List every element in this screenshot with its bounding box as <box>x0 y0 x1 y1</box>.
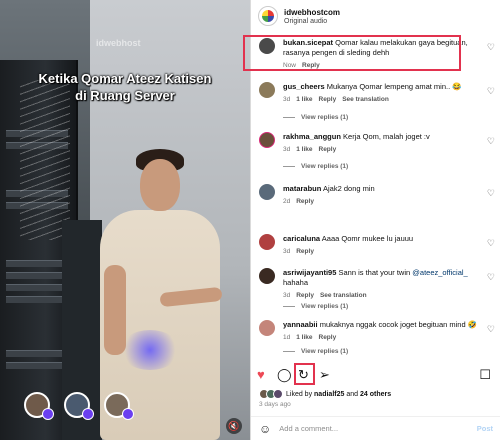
reply-button[interactable]: Reply <box>296 198 314 205</box>
commenter-avatar[interactable] <box>259 234 275 250</box>
like-comment-icon[interactable]: ♡ <box>487 188 495 199</box>
like-comment-icon[interactable]: ♡ <box>487 86 495 97</box>
reply-button[interactable]: Reply <box>296 248 314 255</box>
badge-icon <box>82 408 94 420</box>
comment-likes[interactable]: 1 like <box>296 334 312 341</box>
reply-button[interactable]: Reply <box>319 334 337 341</box>
highlight-box <box>294 363 315 385</box>
view-replies-button[interactable]: View replies (1) <box>283 348 348 355</box>
post-header: idwebhostcom Original audio <box>251 0 500 32</box>
post-button[interactable]: Post <box>477 424 493 433</box>
post-viewer: idwebhost Ketika Qomar Ateez Katisen di … <box>0 0 500 440</box>
mention-link[interactable]: @ateez_official_ <box>412 268 467 277</box>
commenter-avatar[interactable] <box>259 184 275 200</box>
comment-text: Ajak2 dong min <box>323 184 375 193</box>
comment-likes[interactable]: 1 like <box>296 96 312 103</box>
comment-text: Kerja Qom, malah joget :v <box>343 132 430 141</box>
mute-icon[interactable]: 🔇 <box>226 418 242 434</box>
comment-likes[interactable]: 1 like <box>296 146 312 153</box>
tagged-users <box>24 392 134 420</box>
liked-by-prefix: Liked by <box>286 390 313 398</box>
liked-by-user[interactable]: nadialf25 <box>314 391 344 398</box>
post-age: 3 days ago <box>259 401 291 408</box>
comment-list[interactable]: bukan.sicepat Qomar kalau melakukan gaya… <box>251 34 500 362</box>
badge-icon <box>42 408 54 420</box>
cables <box>20 80 70 240</box>
comment-time: 3d <box>283 292 291 299</box>
comment-time: 2d <box>283 198 291 205</box>
tagged-user-avatar[interactable] <box>24 392 54 420</box>
comment-time: 3d <box>283 146 291 153</box>
see-translation-button[interactable]: See translation <box>320 292 367 299</box>
highlight-box <box>243 35 461 71</box>
liked-by-others[interactable]: 24 others <box>360 391 391 398</box>
share-icon[interactable]: ➢ <box>319 367 330 383</box>
commenter-name[interactable]: yannaabii <box>283 320 318 329</box>
comment-text: Mukanya Qomar lempeng amat min.. 😂 <box>326 82 462 91</box>
caption-line-2: di Ruang Server <box>75 88 175 103</box>
see-translation-button[interactable]: See translation <box>342 96 389 103</box>
like-comment-icon[interactable]: ♡ <box>487 324 495 335</box>
view-replies-button[interactable]: View replies (1) <box>283 303 348 310</box>
reply-button[interactable]: Reply <box>319 96 337 103</box>
comment-icon[interactable]: ◯ <box>277 367 292 383</box>
reply-button[interactable]: Reply <box>296 292 314 299</box>
comment-text: mukaknya nggak cocok joget begituan mind… <box>319 320 478 329</box>
tagged-user-avatar[interactable] <box>104 392 134 420</box>
commenter-name[interactable]: caricaluna <box>283 234 320 243</box>
emoji-icon[interactable]: ☺ <box>259 422 271 436</box>
commenter-avatar[interactable] <box>259 268 275 284</box>
commenter-name[interactable]: gus_cheers <box>283 82 325 91</box>
comment-time: 3d <box>283 248 291 255</box>
tagged-user-avatar[interactable] <box>64 392 94 420</box>
account-name[interactable]: idwebhostcom <box>284 8 340 17</box>
add-comment-bar: ☺ Add a comment... Post <box>251 416 500 440</box>
bookmark-icon[interactable]: ☐ <box>479 367 491 383</box>
commenter-name[interactable]: asriwijayanti95 <box>283 268 336 277</box>
like-comment-icon[interactable]: ♡ <box>487 136 495 147</box>
like-comment-icon[interactable]: ♡ <box>487 238 495 249</box>
caption-line-1: Ketika Qomar Ateez Katisen <box>38 71 212 86</box>
commenter-avatar[interactable] <box>259 132 275 148</box>
video-caption: Ketika Qomar Ateez Katisen di Ruang Serv… <box>0 70 250 104</box>
commenter-name[interactable]: matarabun <box>283 184 321 193</box>
likes-summary: Liked by nadialf25 and 24 others <box>259 389 391 399</box>
video-watermark: idwebhost <box>96 38 141 48</box>
blue-light <box>120 330 180 370</box>
video-player[interactable]: idwebhost Ketika Qomar Ateez Katisen di … <box>0 0 250 440</box>
view-replies-button[interactable]: View replies (1) <box>283 163 348 170</box>
heart-icon[interactable]: ♥ <box>257 367 265 383</box>
liked-by-and: and <box>346 390 359 398</box>
liker-avatar <box>273 389 283 399</box>
reply-button[interactable]: Reply <box>319 146 337 153</box>
audio-label[interactable]: Original audio <box>284 18 340 25</box>
commenter-avatar[interactable] <box>259 320 275 336</box>
account-avatar[interactable] <box>258 6 278 26</box>
comment-text: Sann is that your twin <box>338 268 411 277</box>
action-bar: ♥ ◯ ↻ ➢ ☐ <box>251 364 500 388</box>
comment-time: 3d <box>283 96 291 103</box>
badge-icon <box>122 408 134 420</box>
like-comment-icon[interactable]: ♡ <box>487 42 495 53</box>
comment-text: Aaaa Qomr mukee lu jauuu <box>321 234 414 243</box>
like-comment-icon[interactable]: ♡ <box>487 272 495 283</box>
comment-time: 1d <box>283 334 291 341</box>
view-replies-button[interactable]: View replies (1) <box>283 114 348 121</box>
commenter-name[interactable]: rakhma_anggun <box>283 132 341 141</box>
commenter-avatar[interactable] <box>259 82 275 98</box>
comment-input[interactable]: Add a comment... <box>279 424 338 433</box>
comment-text-after: hahaha <box>283 278 309 287</box>
